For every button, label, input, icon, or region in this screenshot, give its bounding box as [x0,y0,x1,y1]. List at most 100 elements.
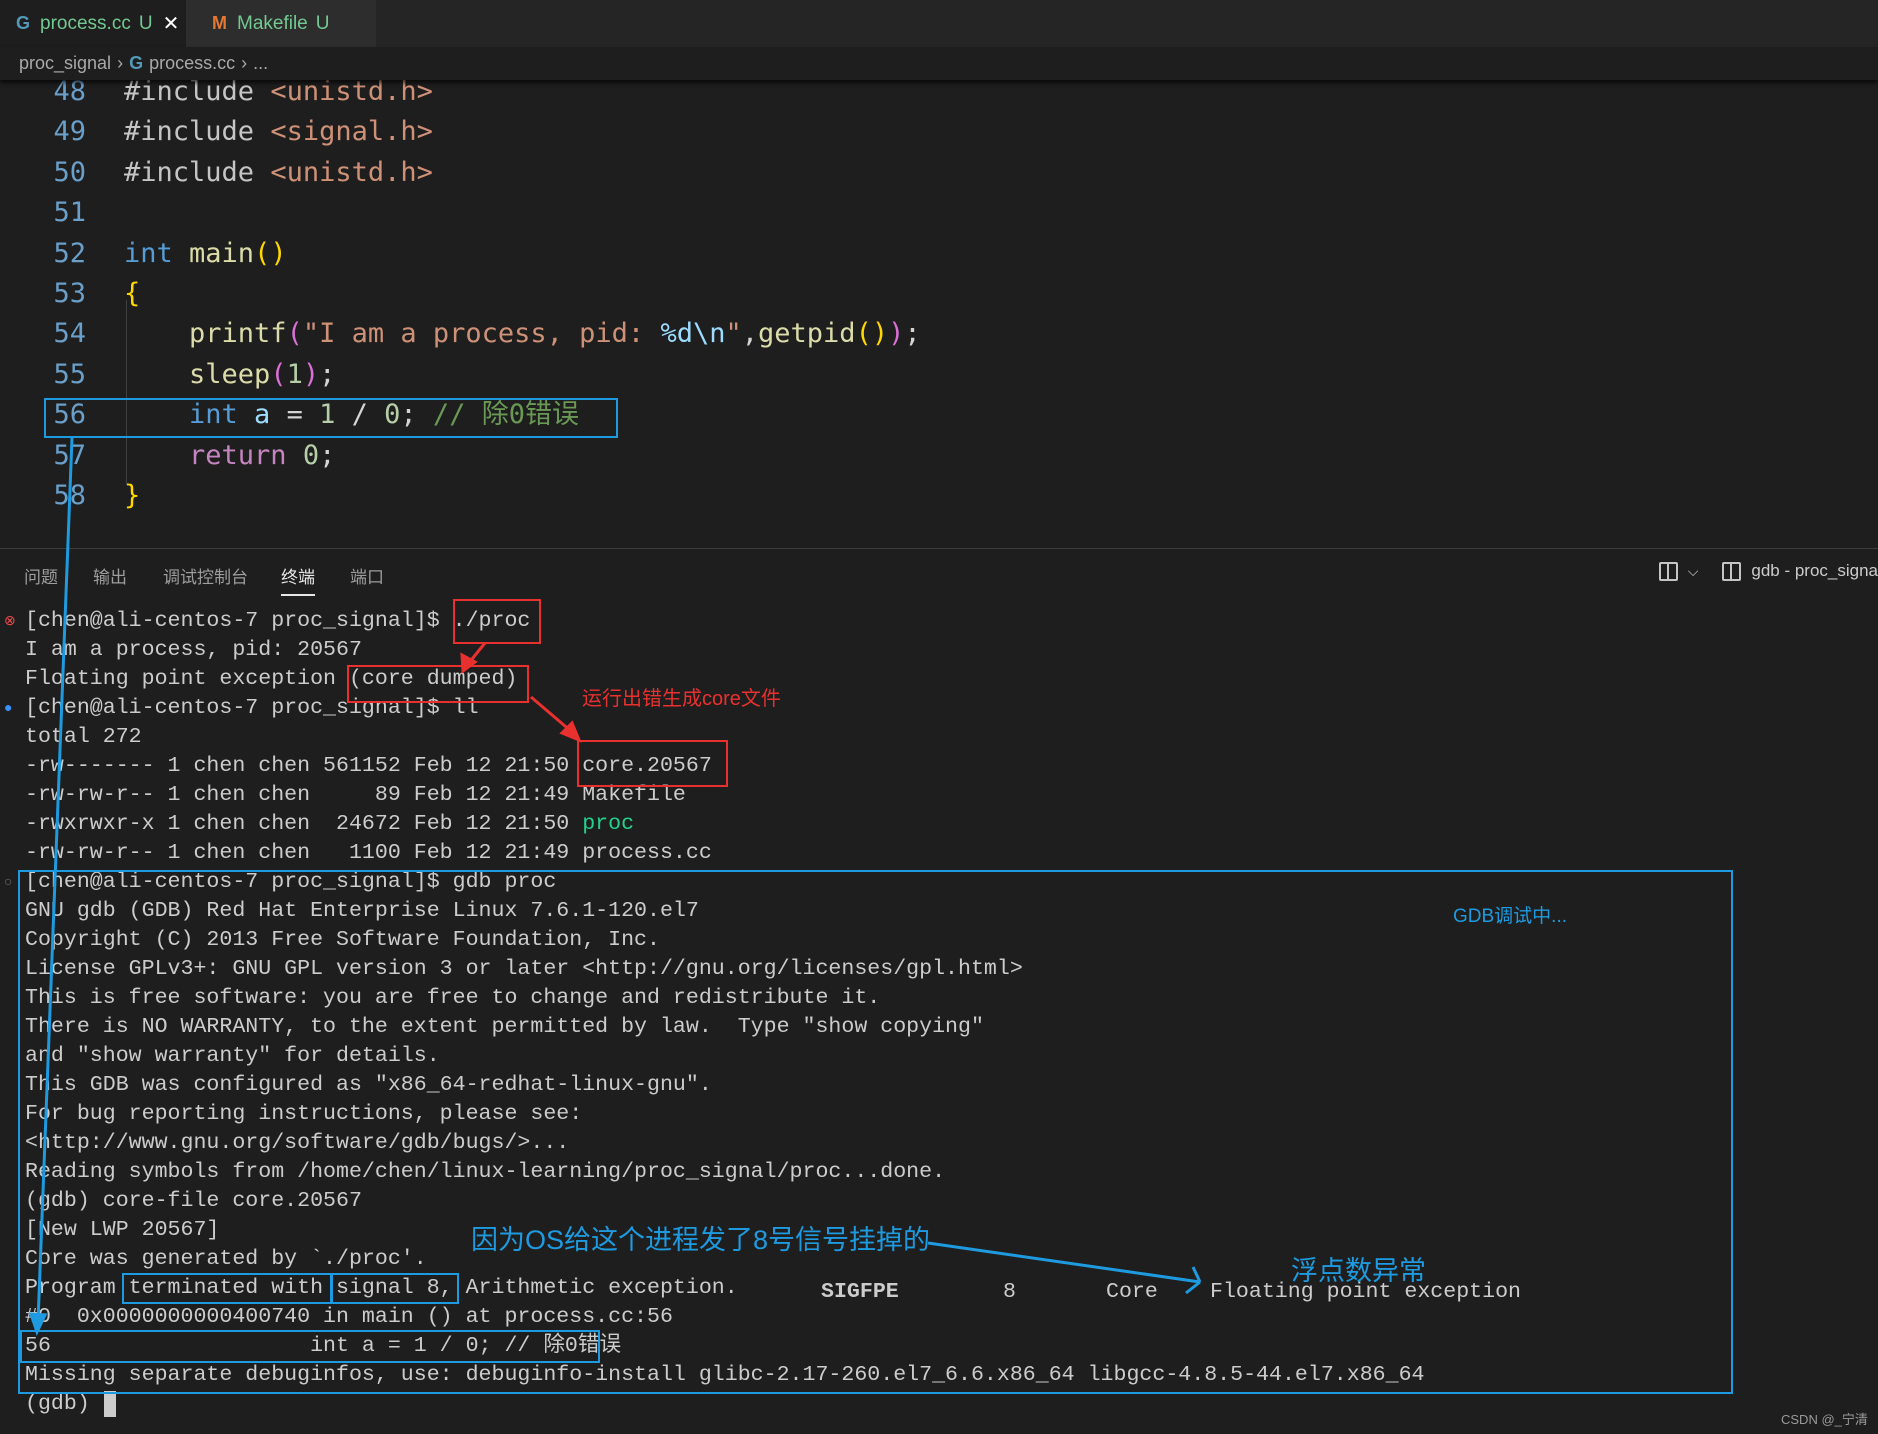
line-number: 54 [53,318,86,350]
annotation-box-gdb-session [18,870,1733,1394]
error-status-icon: ⊗ [4,612,16,628]
tab-label: process.cc [40,12,131,34]
code-token: 1 [286,358,303,390]
indent-guide [126,300,127,485]
code-token: ; [319,439,336,471]
code-line[interactable]: 57 return 0; [0,436,1878,476]
code-token: int [124,237,190,269]
tab-status: U [315,12,330,34]
code-token: ; [904,318,921,350]
split-terminal-icon[interactable] [1658,561,1678,581]
line-number: 52 [53,237,86,269]
chevron-down-icon[interactable]: ⌵ [1688,563,1699,580]
code-token: <signal.h> [270,116,433,148]
terminal-line: (gdb) [25,1390,103,1419]
panel-tab-ports[interactable]: 端口 [350,563,384,588]
code-token: %d\n [660,318,726,350]
terminal-cursor [104,1391,116,1417]
code-token: sleep [124,358,271,390]
chevron-right-icon: › [117,53,124,73]
code-token: ) [302,358,320,390]
terminal-text: proc [582,812,635,836]
code-line[interactable]: 53{ [0,274,1878,314]
line-number: 50 [53,156,86,188]
line-number: 49 [53,116,86,148]
code-token: getpid [758,318,856,350]
tab-label: Makefile [237,12,308,34]
line-number: 57 [53,439,86,471]
panel-tab-output[interactable]: 输出 [93,563,127,588]
terminal-text: I am a process, pid: 20567 [25,638,362,662]
breadcrumb: proc_signal › G process.cc › ... [0,47,1878,80]
tab-status: U [138,12,153,34]
code-token: #include [124,156,271,188]
breadcrumb-file[interactable]: process.cc [149,53,235,74]
tab-makefile[interactable]: M Makefile U [186,0,376,47]
annotation-box-core-file [577,740,728,787]
code-line[interactable]: 51 [0,193,1878,233]
code-line[interactable]: 50 #include <unistd.h> [0,153,1878,193]
annotation-box-run-proc [453,599,541,644]
code-token: return [124,439,303,471]
code-token: "I am a process, pid: [302,318,661,350]
line-number: 55 [53,358,86,390]
terminal-line: total 272 [25,723,142,752]
terminal-line: -rwxrwxr-x 1 chen chen 24672 Feb 12 21:5… [25,810,634,839]
code-token: #include [124,76,271,107]
terminal-text: total 272 [25,725,142,749]
annotation-core-file: 运行出错生成core文件 [582,688,781,710]
code-token: ) [888,318,905,350]
watermark: CSDN @_宁清 [1781,1412,1868,1427]
editor-tab-bar: G process.cc U ✕ M Makefile U [0,0,1878,47]
code-token: ( [286,318,303,350]
annotation-reason: 因为OS给这个进程发了8号信号挂掉的 [471,1225,931,1255]
code-line[interactable]: 58} [0,476,1878,516]
terminal-line: I am a process, pid: 20567 [25,636,362,665]
code-line[interactable]: 52 int main() [0,234,1878,274]
tab-process-cc[interactable]: G process.cc U ✕ [0,0,186,47]
annotation-box-core-dumped [347,665,529,703]
code-line[interactable]: 55 sleep(1); [0,355,1878,395]
code-token: #include [124,116,271,148]
annotation-box-signal-8 [331,1273,459,1304]
code-token: main [189,237,255,269]
panel-tab-problems[interactable]: 问题 [24,563,58,588]
code-token: () [254,237,287,269]
breadcrumb-folder[interactable]: proc_signal [19,53,111,74]
cpp-file-icon: G [129,53,144,73]
code-token: ( [270,358,287,390]
annotation-box-code-line-56 [44,398,618,438]
code-token: , [741,318,759,350]
annotation-box-terminated-with [122,1273,332,1304]
code-line[interactable]: 54 printf("I am a process, pid: %d\n",ge… [0,314,1878,354]
code-token: 0 [302,439,320,471]
panel-tab-debug-console[interactable]: 调试控制台 [163,563,248,588]
code-token: " [725,318,742,350]
code-token: <unistd.h> [270,156,433,188]
close-icon[interactable]: ✕ [163,11,180,36]
line-number: 51 [53,197,86,229]
terminal-controls: ⌵ gdb - proc_signa [1658,561,1878,581]
code-token: ; [319,358,336,390]
code-text: sleep(1); [124,355,335,395]
terminal-name[interactable]: gdb - proc_signa [1751,561,1878,581]
code-text: #include <signal.h> [124,112,433,152]
line-number: 53 [53,278,86,309]
code-text: return 0; [124,436,335,476]
code-token: <unistd.h> [270,76,433,107]
annotation-box-source-line [20,1330,600,1363]
annotation-gdb-debugging: GDB调试中... [1453,906,1568,927]
terminal-text: -rwxrwxr-x 1 chen chen 24672 Feb 12 21:5… [25,812,583,836]
panel-tab-terminal[interactable]: 终端 [281,563,315,596]
makefile-icon: M [212,13,227,33]
line-number: 58 [53,480,86,511]
code-text: int main() [124,234,287,274]
terminal-text: (gdb) [25,1392,103,1416]
code-line[interactable]: 49 #include <signal.h> [0,112,1878,152]
code-text: #include <unistd.h> [124,153,433,193]
terminal-line: -rw-rw-r-- 1 chen chen 1100 Feb 12 21:49… [25,839,712,868]
terminal-text: -rw-rw-r-- 1 chen chen 1100 Feb 12 21:49… [25,841,712,865]
annotation-fpe: 浮点数异常 [1291,1256,1426,1286]
code-text: printf("I am a process, pid: %d\n",getpi… [124,314,921,354]
breadcrumb-more[interactable]: ... [253,53,268,74]
